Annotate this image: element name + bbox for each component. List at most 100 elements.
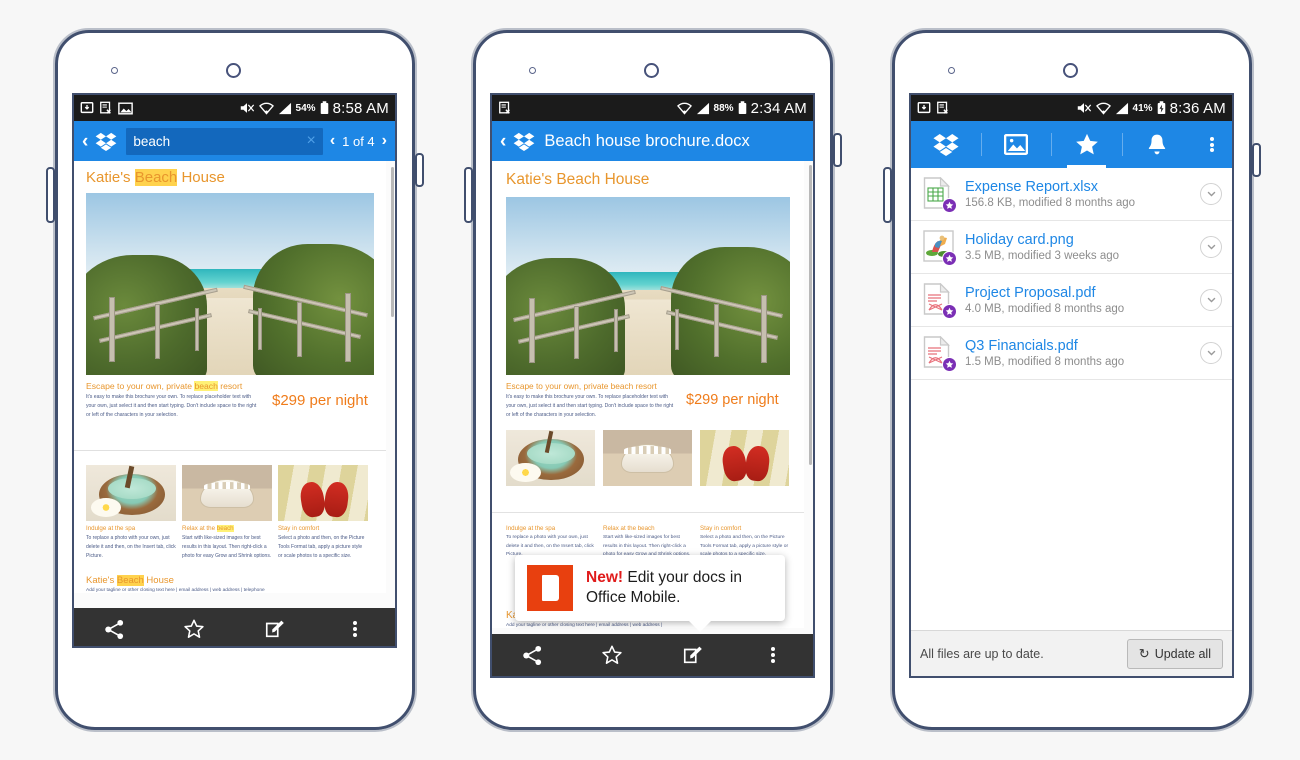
document-viewer[interactable]: Katie's Beach House Escape to your own, … xyxy=(74,161,395,608)
clear-search-icon[interactable]: × xyxy=(306,133,315,149)
image-icon xyxy=(118,102,133,115)
front-camera-icon xyxy=(1063,63,1078,78)
feature-card: Indulge at the spa To replace a photo wi… xyxy=(86,464,176,561)
back-button[interactable]: ‹ xyxy=(82,132,88,151)
file-name[interactable]: Project Proposal.pdf xyxy=(965,285,1200,301)
next-match-button[interactable]: › xyxy=(382,132,387,150)
search-field[interactable]: beach × xyxy=(126,127,323,155)
overflow-button[interactable] xyxy=(315,619,395,639)
battery-percent-label: 88% xyxy=(713,102,734,114)
file-meta: 156.8 KB, modified 8 months ago xyxy=(965,197,1136,209)
sensor-icon xyxy=(948,67,955,74)
table-row[interactable]: Q3 Financials.pdf 1.5 MB, modified 8 mon… xyxy=(911,327,1232,380)
price-label: $299 per night xyxy=(686,392,779,409)
footer-tagline: Add your tagline or other closing text h… xyxy=(86,587,265,593)
hero-beach-photo xyxy=(506,197,790,375)
status-bar: 41% 8:36 AM xyxy=(911,95,1232,121)
table-row[interactable]: Holiday card.png 3.5 MB, modified 3 week… xyxy=(911,221,1232,274)
phone-favorites: 41% 8:36 AM Expense Report.xlsx 156.8 KB… xyxy=(883,28,1261,732)
row-menu-button[interactable] xyxy=(1200,236,1222,258)
doc-title-highlight: Beach xyxy=(134,169,178,186)
kebab-icon xyxy=(1210,136,1214,154)
tab-photos[interactable] xyxy=(982,121,1052,168)
card-body: To replace a photo with your own, just d… xyxy=(86,534,176,559)
spa-photo xyxy=(506,429,595,486)
file-name[interactable]: Holiday card.png xyxy=(965,232,1200,248)
vertical-scrollbar[interactable] xyxy=(391,167,394,317)
wifi-icon xyxy=(676,102,692,115)
signal-icon xyxy=(696,102,710,115)
volume-button[interactable] xyxy=(46,167,55,223)
share-button[interactable] xyxy=(492,645,572,666)
vertical-scrollbar[interactable] xyxy=(809,165,812,465)
hero-caption-post: resort xyxy=(217,381,243,391)
update-all-button[interactable]: ↻ Update all xyxy=(1126,638,1223,669)
favorites-file-list[interactable]: Expense Report.xlsx 156.8 KB, modified 8… xyxy=(911,168,1232,380)
hero-caption: Escape to your own, private beach resort xyxy=(506,381,657,391)
sensor-icon xyxy=(529,67,536,74)
mute-icon xyxy=(239,101,255,115)
table-row[interactable]: Project Proposal.pdf 4.0 MB, modified 8 … xyxy=(911,274,1232,327)
battery-icon xyxy=(738,101,747,115)
document-title: Katie's Beach House xyxy=(506,171,650,188)
card-heading: Indulge at the spa xyxy=(506,524,556,532)
file-name[interactable]: Q3 Financials.pdf xyxy=(965,338,1200,354)
overflow-button[interactable] xyxy=(733,645,813,665)
row-menu-button[interactable] xyxy=(1200,183,1222,205)
front-camera-icon xyxy=(644,63,659,78)
edit-icon xyxy=(265,620,284,638)
volume-button[interactable] xyxy=(883,167,892,223)
tab-favorites[interactable] xyxy=(1052,121,1122,168)
phone-preview: 88% 2:34 AM ‹ Beach house brochure.docx … xyxy=(464,28,842,732)
edit-button[interactable] xyxy=(235,618,315,640)
tab-dropbox[interactable] xyxy=(911,121,981,168)
file-name[interactable]: Expense Report.xlsx xyxy=(965,179,1200,195)
document-title: Katie's Beach House xyxy=(86,169,374,186)
doc-title-part1: Katie's xyxy=(86,169,135,186)
row-menu-button[interactable] xyxy=(1200,342,1222,364)
back-button[interactable]: ‹ xyxy=(500,132,506,151)
dropbox-icon xyxy=(95,132,117,151)
previous-match-button[interactable]: ‹ xyxy=(330,132,335,150)
volume-button[interactable] xyxy=(464,167,473,223)
popup-badge: New! xyxy=(586,568,624,586)
tab-notifications[interactable] xyxy=(1123,121,1193,168)
battery-percent-label: 54% xyxy=(295,102,316,114)
card-heading: Relax at the beach xyxy=(603,524,655,532)
power-button[interactable] xyxy=(415,153,424,187)
kebab-icon xyxy=(770,645,776,665)
kebab-icon xyxy=(352,619,358,639)
xlsx-file-icon xyxy=(923,176,957,213)
power-button[interactable] xyxy=(833,133,842,167)
favorite-button[interactable] xyxy=(154,618,234,640)
office-icon xyxy=(527,565,573,611)
search-app-bar: ‹ beach × ‹ 1 of 4 › xyxy=(74,121,395,161)
table-row[interactable]: Expense Report.xlsx 156.8 KB, modified 8… xyxy=(911,168,1232,221)
edit-button[interactable] xyxy=(653,644,733,666)
dropbox-icon xyxy=(933,134,959,156)
refresh-icon: ↻ xyxy=(1138,645,1150,661)
sync-status-bar: All files are up to date. ↻ Update all xyxy=(911,630,1232,676)
share-icon xyxy=(522,645,541,665)
favorite-button[interactable] xyxy=(572,644,652,666)
power-button[interactable] xyxy=(1252,143,1261,177)
spa-photo xyxy=(86,464,176,521)
battery-icon xyxy=(320,101,329,115)
star-icon xyxy=(1075,133,1098,155)
document-app-bar: ‹ Beach house brochure.docx xyxy=(492,121,813,161)
share-button[interactable] xyxy=(74,619,154,640)
feature-photos xyxy=(506,429,790,486)
doc-x-icon xyxy=(936,101,950,115)
overflow-button[interactable] xyxy=(1192,121,1232,168)
footer-title-highlight: Beach xyxy=(116,574,144,586)
office-mobile-promo-popup[interactable]: New! Edit your docs in Office Mobile. xyxy=(515,555,785,621)
favorite-badge-icon xyxy=(942,251,957,266)
bell-icon xyxy=(1149,134,1166,154)
document-page: Katie's Beach House Escape to your own, … xyxy=(74,161,386,593)
doc-x-icon xyxy=(498,101,512,115)
card-heading-text: Relax at the xyxy=(182,524,217,532)
search-input[interactable]: beach xyxy=(133,134,306,149)
row-menu-button[interactable] xyxy=(1200,289,1222,311)
hero-caption-row: Escape to your own, private beach resort… xyxy=(86,381,374,420)
clock-label: 2:34 AM xyxy=(750,99,807,117)
